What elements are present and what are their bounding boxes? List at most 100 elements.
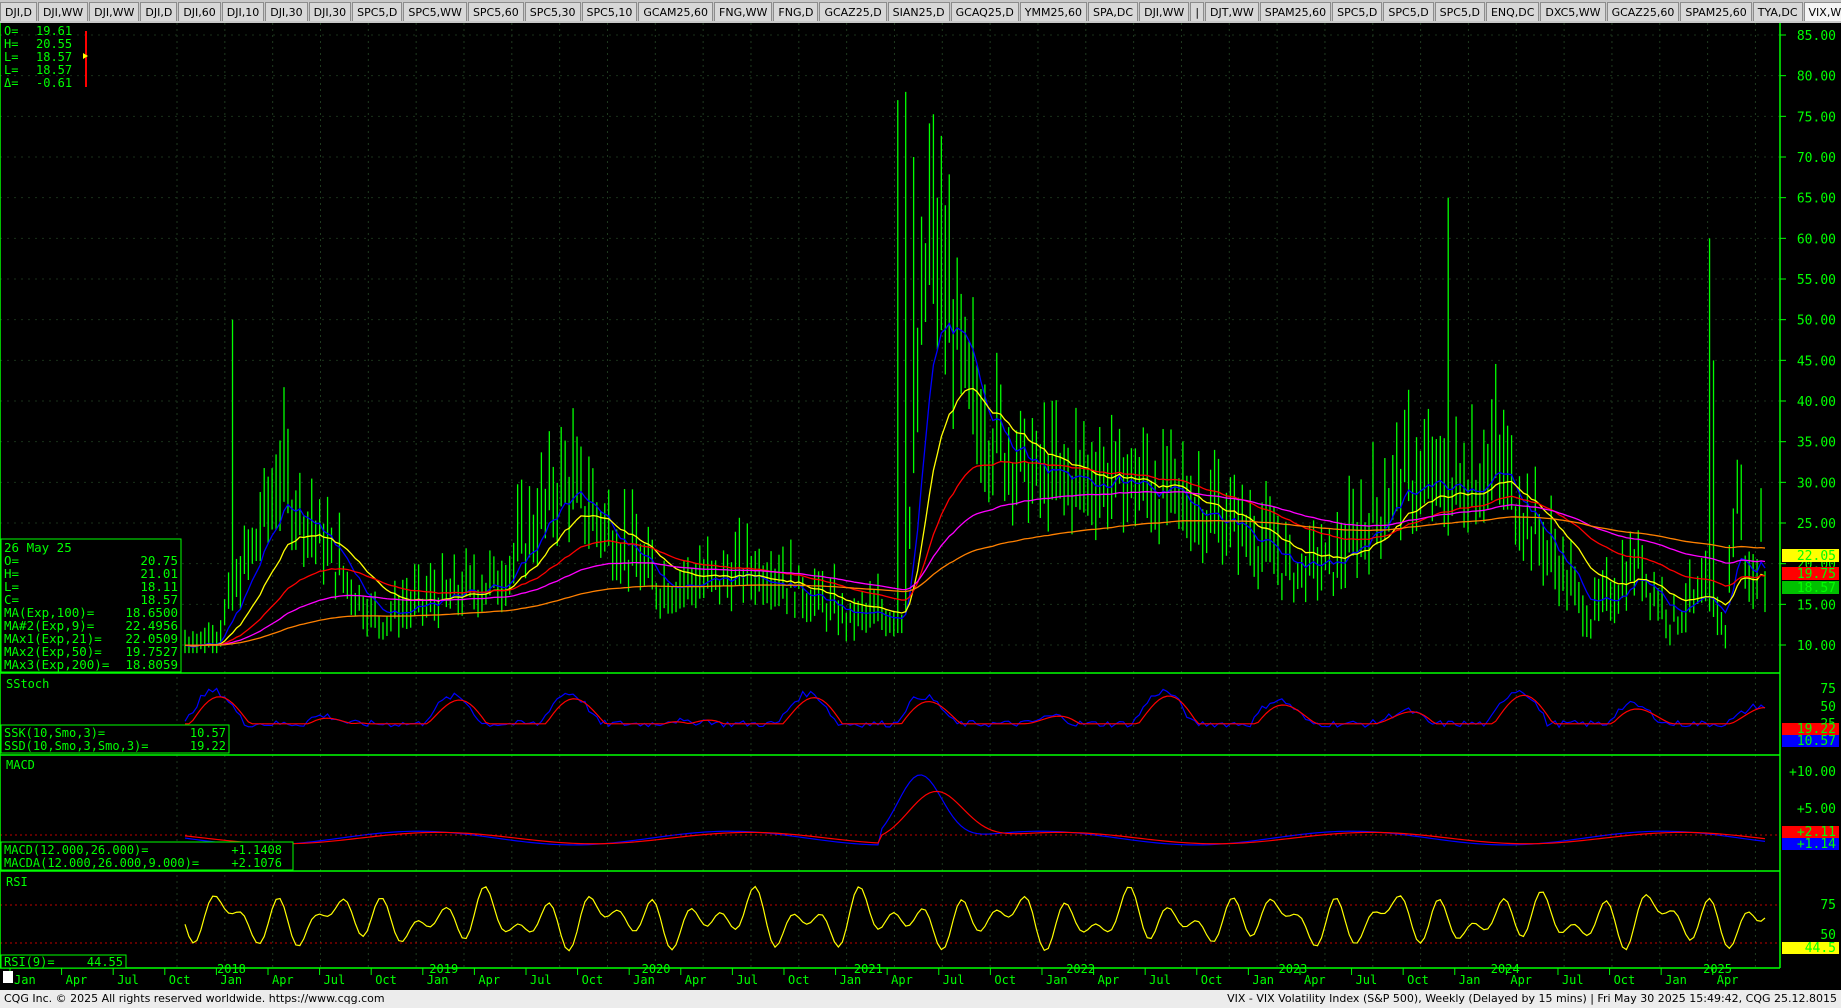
scroll-handle[interactable] — [3, 971, 13, 983]
price-tick: 35.00 — [1797, 436, 1836, 451]
price-tick: 40.00 — [1797, 395, 1836, 410]
month-label: Oct — [169, 973, 191, 987]
month-label: Jan — [14, 973, 36, 987]
symbol-tab[interactable]: DXC5,WW — [1540, 2, 1606, 21]
month-label: Apr — [272, 973, 294, 987]
month-label: Apr — [891, 973, 913, 987]
symbol-tab[interactable]: DJI,WW — [1139, 2, 1190, 21]
price-tick: 10.00 — [1797, 639, 1836, 654]
svg-text:+2.1076: +2.1076 — [231, 856, 282, 870]
symbol-tab[interactable]: GCAQ25,D — [950, 2, 1019, 21]
price-tick: 65.00 — [1797, 192, 1836, 207]
month-label: Jul — [1356, 973, 1378, 987]
month-label: Apr — [685, 973, 707, 987]
month-label: Jan — [1046, 973, 1068, 987]
svg-text:Δ=: Δ= — [4, 76, 18, 90]
symbol-tab[interactable]: SPC5,30 — [524, 2, 581, 21]
month-label: Apr — [66, 973, 88, 987]
symbol-tab[interactable]: ENQ,DC — [1485, 2, 1540, 21]
price-tick: 25.00 — [1797, 517, 1836, 532]
svg-text:44.55: 44.55 — [87, 955, 123, 969]
month-label: Jul — [943, 973, 965, 987]
svg-text:+1.1408: +1.1408 — [231, 843, 282, 857]
year-label: 2022 — [1066, 962, 1095, 976]
symbol-tab[interactable]: FNG,WW — [714, 2, 773, 21]
symbol-tab[interactable]: YMM25,60 — [1019, 2, 1087, 21]
macd-tick: +5.00 — [1797, 802, 1836, 817]
price-tick: 70.00 — [1797, 151, 1836, 166]
symbol-tab[interactable]: DJI,30 — [308, 2, 352, 21]
symbol-tab[interactable]: SPA,DC — [1088, 2, 1139, 21]
bar-info-box: 26 May 25 O= 20.75 H= 21.01 L= 18.11 C= 18.5… — [0, 538, 182, 673]
symbol-tab[interactable]: DJI,WW — [37, 2, 89, 21]
status-bar: CQG Inc. © 2025 All rights reserved worl… — [0, 990, 1841, 1008]
year-label: 2021 — [854, 962, 883, 976]
svg-text:SStoch: SStoch — [6, 677, 49, 691]
symbol-tab[interactable]: DJT,WW — [1205, 2, 1259, 21]
svg-text:18.8059: 18.8059 — [125, 657, 178, 672]
symbol-tab[interactable]: GCAZ25,D — [819, 2, 887, 21]
symbol-tab[interactable]: FNG,D — [773, 2, 819, 21]
svg-text:18.57: 18.57 — [36, 50, 72, 64]
chart-area[interactable]: 85.00 80.00 75.00 70.00 65.00 60.00 55.00 50.00… — [0, 23, 1841, 990]
macd-badge: +1.14 — [1797, 837, 1836, 852]
month-label: Jul — [1149, 973, 1171, 987]
sstoch-badge: 10.57 — [1797, 734, 1836, 749]
price-tick: 60.00 — [1797, 232, 1836, 247]
symbol-tab[interactable]: DJI,30 — [265, 2, 308, 21]
symbol-tab[interactable]: SPAM25,60 — [1259, 2, 1332, 21]
svg-text:19.22: 19.22 — [190, 739, 226, 753]
symbol-tab[interactable]: DJI,60 — [178, 2, 221, 21]
month-label: Apr — [1098, 973, 1120, 987]
month-label: Oct — [788, 973, 810, 987]
symbol-tab[interactable]: SPC5,D — [1383, 2, 1434, 21]
symbol-tab[interactable]: DJI,10 — [221, 2, 265, 21]
symbol-tab[interactable]: DJI,D — [140, 2, 178, 21]
svg-text:MACDA(12.000,26.000,9.000)=: MACDA(12.000,26.000,9.000)= — [4, 856, 199, 870]
price-tick: 75.00 — [1797, 110, 1836, 125]
symbol-tab[interactable]: SPC5,D — [1434, 2, 1485, 21]
symbol-tab[interactable]: SPC5,WW — [403, 2, 467, 21]
price-tick: 30.00 — [1797, 476, 1836, 491]
month-label: Jul — [736, 973, 758, 987]
symbol-tab[interactable]: TYA,DC — [1752, 2, 1803, 21]
month-label: Oct — [1614, 973, 1636, 987]
month-label: Oct — [1201, 973, 1223, 987]
svg-text:-0.61: -0.61 — [36, 76, 72, 90]
svg-text:RSI(9)=: RSI(9)= — [4, 955, 55, 969]
svg-text:MACD: MACD — [6, 758, 35, 772]
symbol-tab[interactable]: SPC5,10 — [581, 2, 638, 21]
symbol-tab[interactable]: DJI,WW — [89, 2, 140, 21]
symbol-tab[interactable]: SPC5,D — [352, 2, 403, 21]
month-label: Jul — [117, 973, 139, 987]
svg-text:L=: L= — [4, 63, 18, 77]
symbol-tab[interactable]: SIAN25,D — [887, 2, 950, 21]
symbol-tab[interactable]: SPC5,60 — [467, 2, 524, 21]
symbol-tab[interactable]: | — [1190, 2, 1205, 21]
month-label: Jan — [1459, 973, 1481, 987]
year-label: 2024 — [1491, 962, 1520, 976]
svg-text:L=: L= — [4, 50, 18, 64]
macd-tick: +10.00 — [1789, 765, 1836, 780]
svg-text:18.57: 18.57 — [36, 63, 72, 77]
symbol-tab[interactable]: DJI,D — [0, 2, 37, 21]
rsi-tick: 75 — [1820, 898, 1836, 913]
year-label: 2020 — [642, 962, 671, 976]
svg-text:20.55: 20.55 — [36, 37, 72, 51]
month-label: Oct — [994, 973, 1016, 987]
copyright-text: CQG Inc. © 2025 All rights reserved worl… — [4, 992, 385, 1005]
symbol-tab[interactable]: GCAZ25,60 — [1606, 2, 1680, 21]
symbol-tab[interactable]: SPC5,D — [1332, 2, 1383, 21]
symbol-tab[interactable]: VIX,WW — [1803, 2, 1841, 21]
month-label: Jan — [1252, 973, 1274, 987]
price-tick: 15.00 — [1797, 598, 1836, 613]
price-badge: 19.75 — [1797, 567, 1836, 582]
svg-text:O=: O= — [4, 24, 18, 38]
svg-text:H=: H= — [4, 37, 18, 51]
symbol-tab[interactable]: SPAM25,60 — [1680, 2, 1752, 21]
month-label: Jul — [324, 973, 346, 987]
symbol-tab[interactable]: GCAM25,60 — [638, 2, 714, 21]
month-label: Oct — [582, 973, 604, 987]
svg-text:SSK(10,Smo,3)=: SSK(10,Smo,3)= — [4, 726, 105, 740]
svg-text:10.57: 10.57 — [190, 726, 226, 740]
